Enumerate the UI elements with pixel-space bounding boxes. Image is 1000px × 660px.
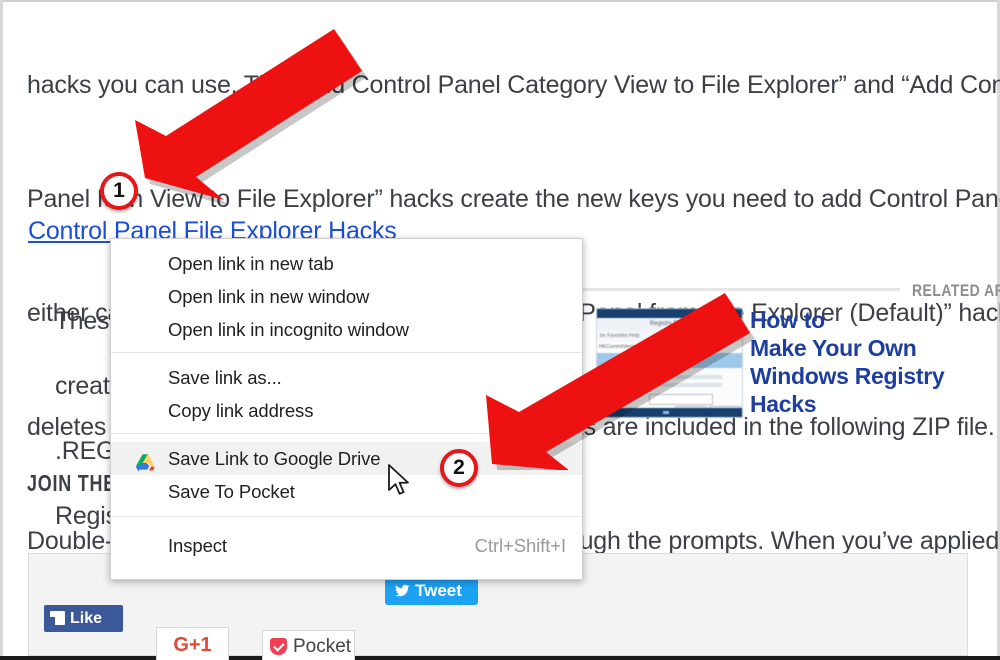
continuation-line: created [54, 371, 114, 400]
menu-item-shortcut: Ctrl+Shift+I [474, 535, 566, 556]
menu-item-save-to-pocket[interactable]: Save To Pocket [111, 475, 582, 508]
twitter-bird-icon [395, 584, 410, 597]
continuation-line: .REG file [54, 436, 114, 465]
related-title-line: Make Your Own [750, 335, 917, 361]
menu-item-label: Copy link address [168, 400, 314, 421]
continuation-line: These h [54, 306, 114, 335]
page-bottom-border [0, 656, 1000, 660]
menu-item-label: Open link in incognito window [168, 319, 409, 340]
menu-item-label: Save To Pocket [168, 481, 295, 502]
pocket-icon [136, 482, 156, 502]
related-article-title[interactable]: How to Make Your Own Windows Registry Ha… [750, 306, 990, 418]
related-title-line: Hacks [750, 391, 817, 417]
continuation-line: Registry [54, 501, 114, 530]
related-title-line: Windows Registry [750, 363, 945, 389]
menu-item-label: Save Link to Google Drive [168, 448, 381, 469]
menu-item-label: Inspect [168, 535, 227, 556]
join-the-heading: JOIN THE [27, 470, 116, 496]
tweet-button[interactable]: Tweet [385, 576, 478, 605]
menu-item-inspect[interactable]: Inspect Ctrl+Shift+I [111, 529, 582, 562]
annotation-arrow-2 [486, 293, 755, 470]
pocket-share-button[interactable]: Pocket [262, 630, 355, 660]
facebook-like-label: Like [70, 610, 103, 627]
menu-item-label: Save link as... [168, 367, 282, 388]
menu-item-label: Open link in new window [168, 286, 370, 307]
page-left-border [0, 0, 3, 660]
context-menu-group: Inspect Ctrl+Shift+I [111, 517, 582, 568]
tweet-label: Tweet [415, 581, 462, 600]
menu-item-label: Open link in new tab [168, 253, 334, 274]
browser-page: hacks you can use. The “Add Control Pane… [0, 0, 1000, 660]
annotation-arrow-1 [135, 29, 367, 206]
pocket-icon [270, 638, 287, 655]
related-article-label: RELATED ARTI [912, 281, 1000, 300]
annotation-badge-2: 2 [440, 449, 478, 487]
pocket-label: Pocket [293, 636, 352, 657]
annotation-badge-1: 1 [100, 172, 138, 210]
mouse-cursor [388, 464, 409, 495]
menu-item-open-link-new-tab[interactable]: Open link in new tab [111, 247, 582, 280]
thumbs-up-icon [50, 611, 65, 625]
related-title-line: How to [750, 307, 825, 333]
google-plus-button[interactable]: G+1 [156, 627, 229, 660]
google-drive-icon [136, 449, 156, 472]
facebook-like-button[interactable]: Like [44, 605, 123, 632]
